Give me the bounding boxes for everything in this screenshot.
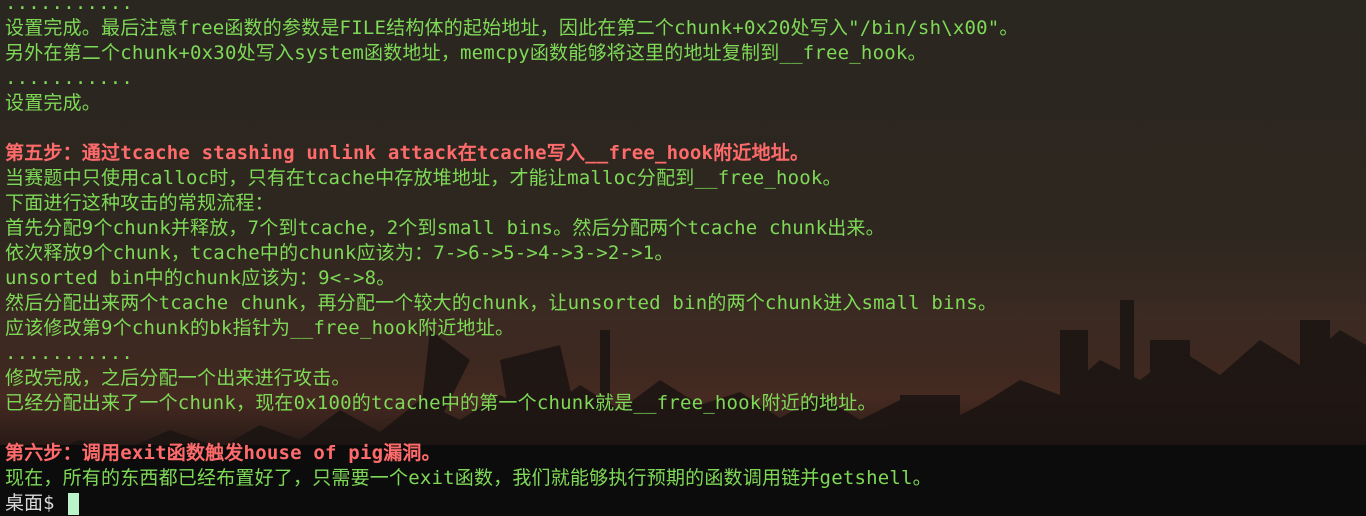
output-line: 应该修改第9个chunk的bk指针为__free_hook附近地址。 bbox=[5, 317, 515, 339]
output-line: unsorted bin中的chunk应该为：9<->8。 bbox=[5, 267, 396, 289]
output-line: 设置完成。 bbox=[5, 92, 102, 114]
section-heading-line: 第六步：调用exit函数触发house of pig漏洞。 bbox=[5, 442, 441, 464]
output-line: 已经分配出来了一个chunk，现在0x100的tcache中的第一个chunk就… bbox=[5, 392, 877, 414]
output-line: 修改完成，之后分配一个出来进行攻击。 bbox=[5, 367, 351, 389]
shell-prompt: 桌面$ bbox=[5, 492, 66, 514]
output-line: 另外在第二个chunk+0x30处写入system函数地址，memcpy函数能够… bbox=[5, 42, 927, 64]
output-line: 设置完成。最后注意free函数的参数是FILE结构体的起始地址，因此在第二个ch… bbox=[5, 17, 1019, 39]
output-line: 依次释放9个chunk，tcache中的chunk应该为：7->6->5->4-… bbox=[5, 242, 674, 264]
shell-prompt-line[interactable]: 桌面$ bbox=[5, 491, 1361, 516]
output-line: 下面进行这种攻击的常规流程： bbox=[5, 192, 274, 214]
text-cursor bbox=[67, 492, 79, 515]
output-line: ........... bbox=[5, 342, 134, 364]
output-line: 首先分配9个chunk并释放，7个到tcache，2个到small bins。然… bbox=[5, 217, 885, 239]
section-heading-line: 第五步：通过tcache stashing unlink attack在tcac… bbox=[5, 142, 810, 164]
output-line: ........... bbox=[5, 0, 134, 14]
terminal-window[interactable]: ........... 设置完成。最后注意free函数的参数是FILE结构体的起始… bbox=[0, 0, 1366, 516]
output-line: 当赛题中只使用calloc时，只有在tcache中存放堆地址，才能让malloc… bbox=[5, 167, 842, 189]
output-line: ........... bbox=[5, 67, 134, 89]
output-line: 然后分配出来两个tcache chunk，再分配一个较大的chunk，让unso… bbox=[5, 292, 998, 314]
terminal-output: ........... 设置完成。最后注意free函数的参数是FILE结构体的起始… bbox=[5, 0, 1361, 516]
output-line: 现在，所有的东西都已经布置好了，只需要一个exit函数，我们就能够执行预期的函数… bbox=[5, 467, 932, 489]
